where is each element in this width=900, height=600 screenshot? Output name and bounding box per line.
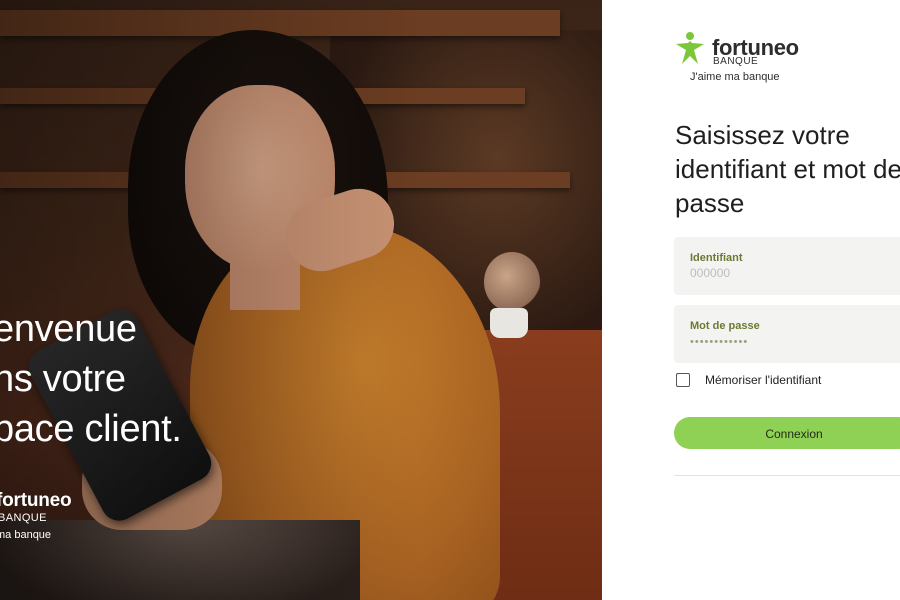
hero-title-line: ns votre: [0, 358, 126, 400]
hero-logo-tagline: ma banque: [0, 529, 52, 541]
connexion-button[interactable]: Connexion: [674, 417, 900, 449]
identifier-label: Identifiant: [690, 252, 743, 264]
remember-checkbox[interactable]: [676, 373, 690, 387]
remember-label[interactable]: Mémoriser l'identifiant: [705, 373, 821, 387]
identifier-input[interactable]: [690, 266, 890, 280]
divider: [674, 475, 900, 476]
logo-tagline: J'aime ma banque: [690, 71, 780, 83]
hero-panel: envenue ns votre pace client. fortuneo B…: [0, 0, 602, 600]
hero-overlay: [0, 0, 602, 600]
hero-title-line: pace client.: [0, 408, 182, 450]
remember-identifier[interactable]: Mémoriser l'identifiant: [676, 373, 821, 387]
login-title: Saisissez votre identifiant et mot de pa…: [675, 120, 900, 218]
hero-logo-brand: fortuneo: [0, 490, 72, 511]
hero-logo-sub: BANQUE: [0, 512, 47, 524]
star-person-icon: [676, 32, 704, 64]
hero-welcome-text: envenue ns votre pace client.: [0, 304, 182, 454]
password-label: Mot de passe: [690, 320, 760, 332]
password-input[interactable]: ••••••••••••: [690, 337, 748, 348]
hero-logo: fortuneo BANQUE ma banque: [0, 490, 72, 544]
logo-sub-text: BANQUE: [713, 56, 759, 67]
password-field[interactable]: Mot de passe ••••••••••••: [674, 305, 900, 363]
brand-logo[interactable]: fortuneo BANQUE J'aime ma banque: [674, 30, 799, 83]
login-panel: fortuneo BANQUE J'aime ma banque Saisiss…: [602, 0, 900, 600]
identifier-field[interactable]: Identifiant: [674, 237, 900, 295]
hero-title-line: envenue: [0, 308, 137, 350]
